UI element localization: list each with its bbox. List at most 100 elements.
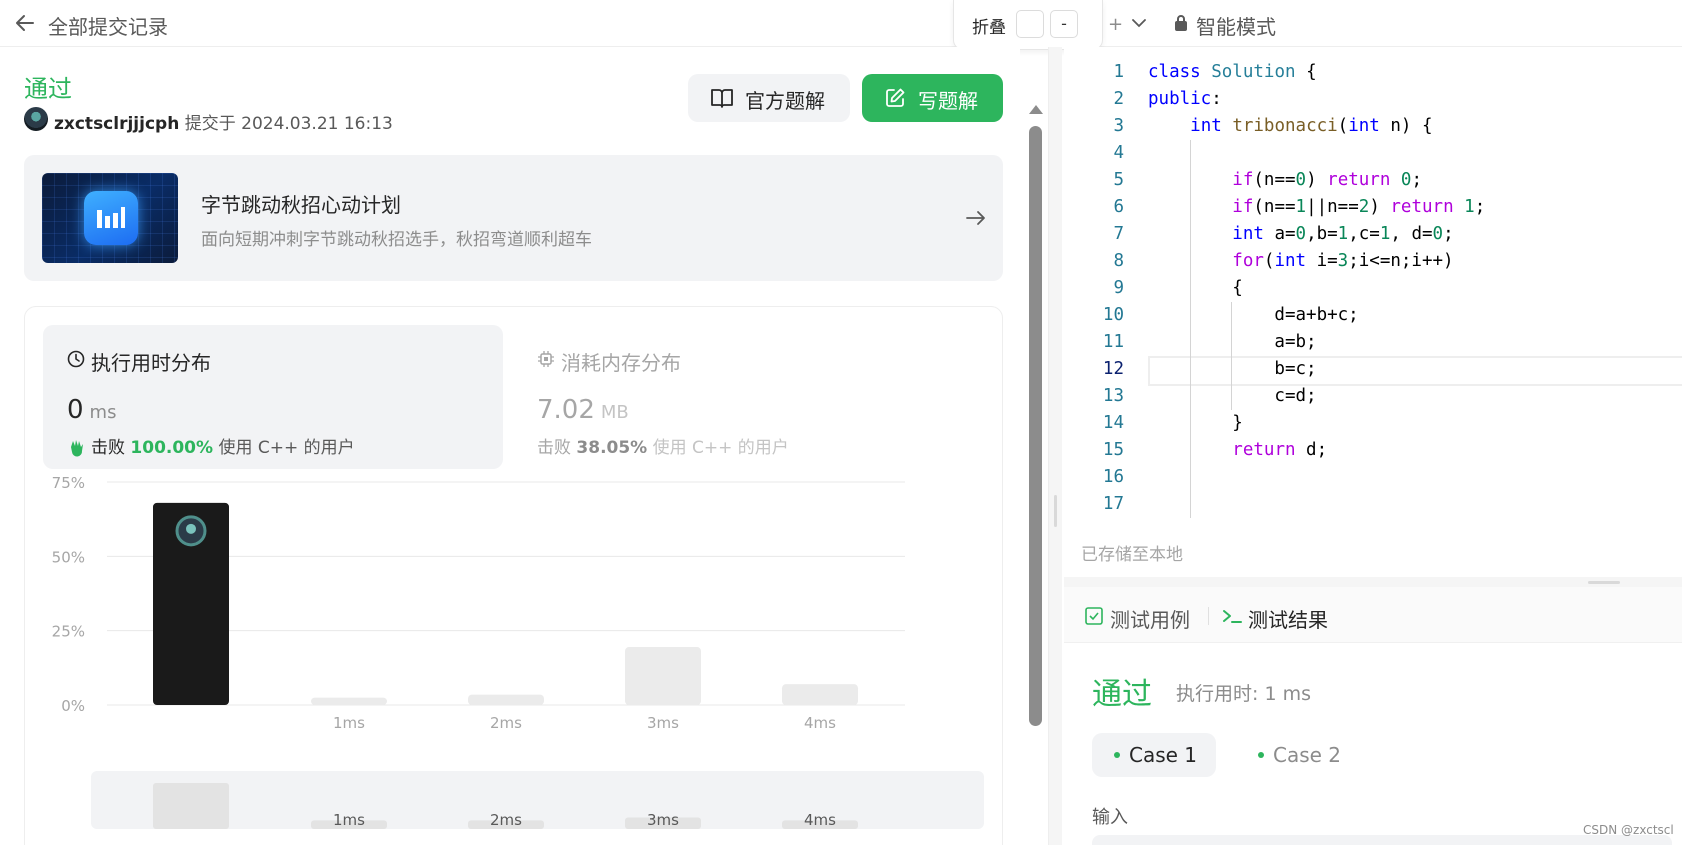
runtime-beat-prefix: 击败 [91, 438, 125, 458]
line-number: 12 [1102, 359, 1124, 379]
top-bar: 全部提交记录 折叠 - + 智能模式 [0, 0, 1682, 50]
case-tab-1[interactable]: Case 1 [1092, 733, 1216, 777]
fold-label: 折叠 [972, 18, 1006, 38]
fold-minus-button[interactable]: - [1050, 10, 1078, 38]
line-number: 4 [1113, 143, 1124, 163]
code-line[interactable]: 15 return d; [1064, 437, 1682, 464]
back-arrow-icon[interactable] [12, 10, 38, 36]
input-label: 输入 [1092, 807, 1128, 828]
code-text: c=d; [1148, 386, 1317, 406]
mini-tick-label: 2ms [490, 811, 522, 829]
line-number: 9 [1113, 278, 1124, 298]
runtime-number: 0 [67, 395, 84, 425]
code-line[interactable]: 16 [1064, 464, 1682, 491]
runtime-value: 0 ms [67, 395, 116, 425]
runtime-beat: 击败 100.00% 使用 C++ 的用户 [67, 433, 355, 458]
tab-divider [1208, 607, 1209, 625]
scroll-up-arrow-icon[interactable] [1029, 105, 1043, 114]
code-line[interactable]: 8 for(int i=3;i<=n;i++) [1064, 248, 1682, 275]
code-line[interactable]: 17 [1064, 491, 1682, 518]
pass-dot-icon [1258, 752, 1264, 758]
memory-beat-pct: 38.05% [576, 438, 648, 458]
code-line[interactable]: 5 if(n==0) return 0; [1064, 167, 1682, 194]
write-solution-button[interactable]: 写题解 [862, 74, 1003, 122]
plus-button[interactable]: + [1108, 14, 1123, 35]
edit-icon [886, 88, 905, 107]
memory-unit: MB [600, 402, 629, 423]
code-line[interactable]: 2 public: [1064, 86, 1682, 113]
runtime-tile[interactable]: 执行用时分布 0 ms 击败 100.00% 使用 C++ 的用户 [43, 325, 503, 469]
x-tick-label: 3ms [647, 714, 679, 732]
results-panel: 测试用例 测试结果 通过 执行用时: 1 ms Case 1 Case 2 输入 [1064, 587, 1682, 845]
code-text: public: [1148, 89, 1222, 109]
memory-beat-prefix: 击败 [537, 438, 571, 458]
memory-tile[interactable]: 消耗内存分布 7.02 MB 击败 38.05% 使用 C++ 的用户 [513, 325, 973, 469]
code-text: class Solution { [1148, 62, 1317, 82]
line-number: 17 [1102, 494, 1124, 514]
code-text: int a=0,b=1,c=1, d=0; [1232, 224, 1454, 244]
runtime-range-selector[interactable]: 1ms 2ms 3ms 4ms [91, 771, 984, 829]
write-solution-label: 写题解 [918, 89, 978, 113]
submission-meta: zxctsclrjjjcph 提交于 2024.03.21 16:13 [54, 109, 393, 134]
terminal-icon [1223, 610, 1242, 623]
promo-banner[interactable]: 字节跳动秋招心动计划 面向短期冲刺字节跳动秋招选手，秋招弯道顺利超车 [24, 155, 1003, 281]
line-number: 8 [1113, 251, 1124, 271]
code-text: { [1148, 278, 1243, 298]
code-line[interactable]: 14 } [1064, 410, 1682, 437]
clock-icon [67, 350, 85, 368]
indent-guide [1231, 302, 1232, 410]
x-tick-label: 2ms [490, 714, 522, 732]
fold-box-empty[interactable] [1016, 10, 1044, 38]
avatar[interactable] [24, 107, 48, 131]
submitted-prefix: 提交于 [184, 114, 236, 134]
code-text: return d; [1232, 440, 1328, 460]
line-number: 11 [1102, 332, 1124, 352]
code-line[interactable]: 13 c=d; [1064, 383, 1682, 410]
mini-tick-label: 3ms [647, 811, 679, 829]
line-number: 13 [1102, 386, 1124, 406]
x-tick-label: 1ms [333, 714, 365, 732]
username[interactable]: zxctsclrjjjcph [54, 114, 179, 134]
bar [625, 647, 701, 705]
code-line[interactable]: 3 int tribonacci(int n) { [1064, 113, 1682, 140]
smart-mode-toggle[interactable]: 智能模式 [1196, 11, 1276, 40]
tab-result[interactable]: 测试结果 [1222, 604, 1328, 633]
bar [311, 697, 387, 705]
saved-status: 已存储至本地 [1081, 545, 1183, 565]
runtime-unit: ms [89, 402, 117, 423]
line-number: 1 [1113, 62, 1124, 82]
results-tabs: 测试用例 测试结果 [1064, 587, 1682, 643]
checkbox-icon [1085, 607, 1103, 625]
code-text: if(n==1||n==2) return 1; [1232, 197, 1486, 217]
code-line[interactable]: 6 if(n==1||n==2) return 1; [1064, 194, 1682, 221]
code-line[interactable]: 11 a=b; [1064, 329, 1682, 356]
runtime-title-text: 执行用时分布 [91, 351, 211, 375]
code-line[interactable]: 4 [1064, 140, 1682, 167]
code-line[interactable]: 12 b=c; [1064, 356, 1682, 386]
tab-testcase[interactable]: 测试用例 [1084, 604, 1190, 633]
runtime-beat-pct: 100.00% [130, 438, 214, 458]
tab-testcase-label: 测试用例 [1110, 608, 1190, 632]
line-number: 14 [1102, 413, 1124, 433]
runtime-distribution-chart: 75% 50% 25% 0% 1ms 2ms 3ms 4ms [52, 475, 905, 732]
code-editor[interactable]: 1 class Solution { 2 public: 3 int tribonacc… [1064, 47, 1682, 577]
case-tab-2[interactable]: Case 2 [1236, 733, 1346, 777]
code-line[interactable]: 1 class Solution { [1064, 59, 1682, 86]
panel-resize-handle[interactable] [1048, 47, 1062, 845]
scrollbar-thumb[interactable] [1029, 126, 1042, 726]
promo-subtitle: 面向短期冲刺字节跳动秋招选手，秋招弯道顺利超车 [201, 230, 592, 250]
all-submissions-link[interactable]: 全部提交记录 [48, 11, 168, 40]
official-solution-button[interactable]: 官方题解 [688, 74, 850, 122]
arrow-right-icon[interactable] [964, 206, 988, 230]
stats-card: 执行用时分布 0 ms 击败 100.00% 使用 C++ 的用户 消耗内存分布 … [24, 306, 1003, 845]
memory-title-text: 消耗内存分布 [561, 351, 681, 375]
code-text: } [1148, 413, 1243, 433]
chevron-down-icon[interactable] [1130, 14, 1148, 32]
mini-tick-label: 4ms [804, 811, 836, 829]
code-line[interactable]: 7 int a=0,b=1,c=1, d=0; [1064, 221, 1682, 248]
code-lines[interactable]: 1 class Solution { 2 public: 3 int tribonacc… [1064, 59, 1682, 518]
code-line[interactable]: 9 { [1064, 275, 1682, 302]
editor-results-resize-handle[interactable] [1064, 577, 1682, 587]
y-tick-label: 0% [61, 697, 85, 715]
code-line[interactable]: 10 d=a+b+c; [1064, 302, 1682, 329]
